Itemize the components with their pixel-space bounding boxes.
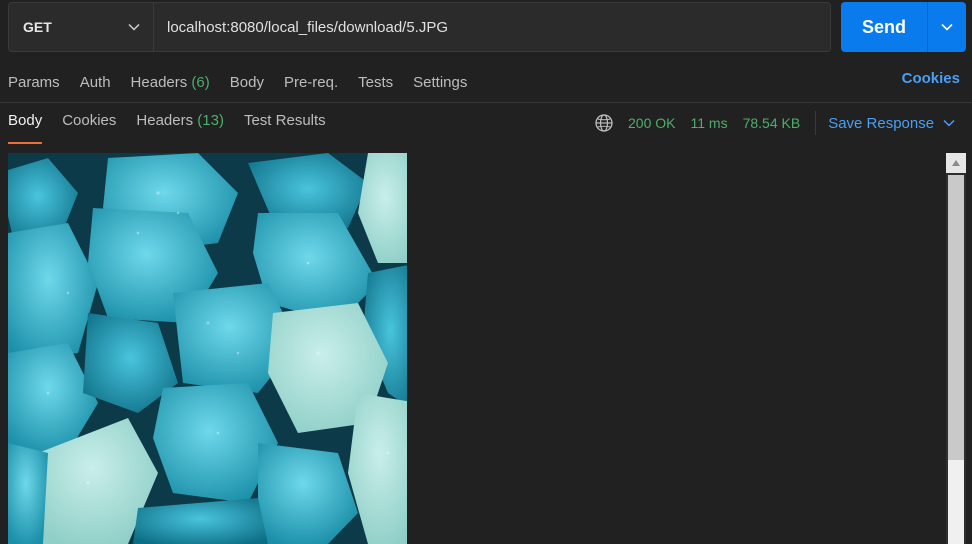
chevron-down-icon: [943, 119, 955, 127]
cookies-link[interactable]: Cookies: [902, 70, 960, 87]
globe-icon[interactable]: [594, 113, 614, 133]
tab-tests[interactable]: Tests: [358, 74, 393, 91]
response-time[interactable]: 11 ms: [690, 115, 727, 131]
response-tabs: Body Cookies Headers (13) Test Results: [8, 112, 346, 144]
response-tab-headers-label: Headers: [136, 112, 194, 129]
tab-params[interactable]: Params: [8, 74, 60, 91]
send-options-button[interactable]: [927, 2, 966, 52]
response-image-preview: [8, 153, 407, 544]
divider: [0, 102, 972, 103]
status-code[interactable]: 200 OK: [628, 115, 675, 131]
request-bar: GET: [8, 2, 831, 52]
save-response-button[interactable]: Save Response: [828, 115, 956, 132]
scroll-thumb[interactable]: [948, 175, 964, 460]
tab-pre-request[interactable]: Pre-req.: [284, 74, 338, 91]
tab-settings[interactable]: Settings: [413, 74, 467, 91]
response-scrollbar[interactable]: [946, 153, 966, 544]
response-headers-count: (13): [197, 112, 224, 129]
response-size[interactable]: 78.54 KB: [743, 115, 801, 131]
postman-request-view: GET Send Params Auth Headers (6) Body Pr…: [0, 0, 972, 544]
method-label: GET: [23, 19, 52, 35]
tab-headers-label: Headers: [130, 73, 188, 91]
scroll-track[interactable]: [948, 460, 964, 544]
response-tab-body[interactable]: Body: [8, 112, 43, 144]
triangle-up-icon: [952, 160, 960, 166]
save-response-label: Save Response: [828, 114, 935, 132]
headers-count: (6): [191, 73, 210, 91]
send-group: Send: [841, 2, 966, 52]
response-tab-cookies[interactable]: Cookies: [62, 112, 116, 144]
url-field[interactable]: [154, 3, 830, 51]
tab-body[interactable]: Body: [230, 74, 264, 91]
scroll-up-button[interactable]: [946, 153, 966, 173]
chevron-down-icon: [941, 23, 953, 31]
chevron-down-icon: [128, 23, 140, 31]
method-select[interactable]: GET: [9, 3, 154, 51]
response-tab-test-results[interactable]: Test Results: [244, 112, 326, 144]
separator: [815, 111, 817, 135]
tab-auth[interactable]: Auth: [80, 74, 111, 91]
image-blue-candy: [8, 153, 407, 544]
request-tabs: Params Auth Headers (6) Body Pre-req. Te…: [8, 70, 972, 94]
response-meta: 200 OK 11 ms 78.54 KB Save Response: [594, 111, 956, 135]
tab-headers[interactable]: Headers (6): [131, 74, 210, 91]
url-input[interactable]: [167, 18, 830, 36]
response-tab-headers[interactable]: Headers (13): [136, 112, 224, 144]
send-button[interactable]: Send: [841, 2, 927, 52]
